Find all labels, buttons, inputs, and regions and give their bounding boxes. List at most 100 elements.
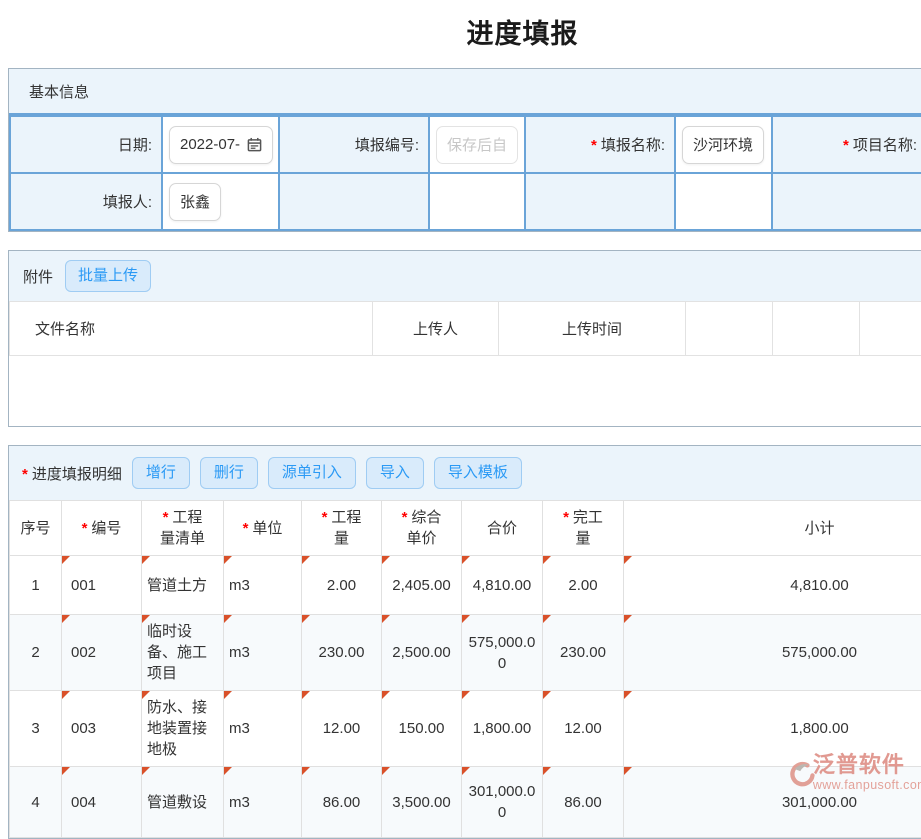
detail-cell-amount[interactable]: 1,800.00 (462, 691, 543, 767)
detail-row: 2002临时设备、施工项目m3230.002,500.00575,000.002… (10, 615, 921, 691)
detail-header-row: 序号*编号*工程量清单*单位*工程量*综合单价合价*完工量小计 (10, 501, 921, 556)
attach-col-empty (773, 302, 860, 356)
calendar-icon (247, 137, 262, 152)
report-name-label-cell: *填报名称: (525, 116, 675, 173)
detail-cell-completed-qty[interactable]: 230.00 (543, 615, 624, 691)
detail-cell-boq-item[interactable]: 防水、接地装置接地极 (142, 691, 224, 767)
detail-cell-quantity[interactable]: 86.00 (302, 767, 382, 838)
detail-cell-unit-price[interactable]: 3,500.00 (382, 767, 462, 838)
detail-col-code: *编号 (62, 501, 142, 556)
detail-cell-boq-item[interactable]: 管道敷设 (142, 767, 224, 838)
delete-row-button[interactable]: 删行 (200, 457, 258, 489)
detail-cell-quantity[interactable]: 2.00 (302, 556, 382, 615)
detail-cell-subtotal[interactable]: 1,800.00 (624, 691, 921, 767)
detail-cell-seq: 2 (10, 615, 62, 691)
required-asterisk: * (322, 509, 328, 526)
report-no-input[interactable]: 保存后自 (436, 126, 518, 164)
basic-info-table: 日期: 2022-07- (9, 115, 921, 231)
detail-cell-subtotal[interactable]: 575,000.00 (624, 615, 921, 691)
detail-cell-seq: 3 (10, 691, 62, 767)
detail-cell-unit[interactable]: m3 (224, 615, 302, 691)
detail-cell-amount[interactable]: 4,810.00 (462, 556, 543, 615)
detail-cell-amount[interactable]: 301,000.00 (462, 767, 543, 838)
attachments-table: 文件名称 上传人 上传时间 (9, 301, 921, 356)
report-name-input[interactable]: 沙河环境 (682, 126, 764, 164)
detail-cell-amount[interactable]: 575,000.00 (462, 615, 543, 691)
add-row-button[interactable]: 增行 (132, 457, 190, 489)
attach-col-empty (686, 302, 773, 356)
date-label-cell: 日期: (10, 116, 162, 173)
detail-cell-unit-price[interactable]: 150.00 (382, 691, 462, 767)
detail-cell-seq: 4 (10, 767, 62, 838)
detail-col-subtotal: 小计 (624, 501, 921, 556)
detail-cell-completed-qty[interactable]: 2.00 (543, 556, 624, 615)
detail-cell-subtotal[interactable]: 301,000.00 (624, 767, 921, 838)
detail-col-unit-price: *综合单价 (382, 501, 462, 556)
detail-table: 序号*编号*工程量清单*单位*工程量*综合单价合价*完工量小计 1001管道土方… (9, 500, 921, 838)
page-title: 进度填报 (0, 12, 921, 51)
detail-cell-unit-price[interactable]: 2,405.00 (382, 556, 462, 615)
batch-upload-button[interactable]: 批量上传 (65, 260, 151, 292)
reporter-label: 填报人: (103, 194, 152, 211)
detail-row: 1001管道土方m32.002,405.004,810.002.004,810.… (10, 556, 921, 615)
required-asterisk: * (243, 520, 249, 537)
detail-cell-boq-item[interactable]: 临时设备、施工项目 (142, 615, 224, 691)
attach-col-upload-time: 上传时间 (499, 302, 686, 356)
required-asterisk: * (82, 520, 88, 537)
detail-cell-code[interactable]: 003 (62, 691, 142, 767)
detail-cell-code[interactable]: 002 (62, 615, 142, 691)
attach-col-empty (860, 302, 921, 356)
required-asterisk: * (163, 509, 169, 526)
basic-info-section: 基本信息 日期: 2022-07- (8, 68, 921, 232)
detail-cell-unit[interactable]: m3 (224, 767, 302, 838)
import-template-button[interactable]: 导入模板 (434, 457, 522, 489)
reporter-value: 张鑫 (180, 191, 210, 212)
detail-col-unit: *单位 (224, 501, 302, 556)
attachments-empty-body (9, 356, 921, 426)
report-name-cell: 沙河环境 (675, 116, 772, 173)
detail-col-seq: 序号 (10, 501, 62, 556)
detail-cell-quantity[interactable]: 12.00 (302, 691, 382, 767)
report-no-label-cell: 填报编号: (279, 116, 429, 173)
report-name-value: 沙河环境 (693, 134, 753, 155)
attach-col-uploader: 上传人 (373, 302, 499, 356)
source-import-button[interactable]: 源单引入 (268, 457, 356, 489)
detail-cell-unit[interactable]: m3 (224, 556, 302, 615)
detail-col-quantity: *工程量 (302, 501, 382, 556)
attachments-header: 附件 批量上传 (9, 251, 921, 301)
detail-row: 3003防水、接地装置接地极m312.00150.001,800.0012.00… (10, 691, 921, 767)
basic-info-header: 基本信息 (9, 69, 921, 115)
detail-cell-unit-price[interactable]: 2,500.00 (382, 615, 462, 691)
report-no-placeholder: 保存后自 (447, 134, 507, 155)
required-asterisk: * (22, 466, 28, 483)
detail-cell-quantity[interactable]: 230.00 (302, 615, 382, 691)
attachments-section: 附件 批量上传 文件名称 上传人 上传时间 (8, 250, 921, 427)
report-no-cell: 保存后自 (429, 116, 525, 173)
date-cell: 2022-07- (162, 116, 279, 173)
reporter-input[interactable]: 张鑫 (169, 183, 221, 221)
attach-col-file-name: 文件名称 (10, 302, 373, 356)
detail-table-body: 1001管道土方m32.002,405.004,810.002.004,810.… (10, 556, 921, 838)
attachments-title: 附件 (23, 266, 53, 287)
detail-cell-boq-item[interactable]: 管道土方 (142, 556, 224, 615)
detail-cell-completed-qty[interactable]: 86.00 (543, 767, 624, 838)
detail-cell-unit[interactable]: m3 (224, 691, 302, 767)
required-asterisk: * (402, 509, 408, 526)
detail-cell-code[interactable]: 004 (62, 767, 142, 838)
detail-section: *进度填报明细 增行 删行 源单引入 导入 导入模板 序号*编号*工程量清单*单… (8, 445, 921, 839)
detail-cell-subtotal[interactable]: 4,810.00 (624, 556, 921, 615)
required-asterisk: * (563, 509, 569, 526)
project-name-label: 项目名称: (853, 137, 917, 154)
detail-col-boq-item: *工程量清单 (142, 501, 224, 556)
required-asterisk: * (591, 137, 597, 154)
reporter-label-cell: 填报人: (10, 173, 162, 230)
report-name-label: 填报名称: (601, 137, 665, 154)
reporter-cell: 张鑫 (162, 173, 279, 230)
detail-col-amount: 合价 (462, 501, 543, 556)
date-input[interactable]: 2022-07- (169, 126, 273, 164)
date-value: 2022-07- (180, 136, 240, 153)
required-asterisk: * (843, 137, 849, 154)
detail-cell-completed-qty[interactable]: 12.00 (543, 691, 624, 767)
detail-cell-code[interactable]: 001 (62, 556, 142, 615)
import-button[interactable]: 导入 (366, 457, 424, 489)
